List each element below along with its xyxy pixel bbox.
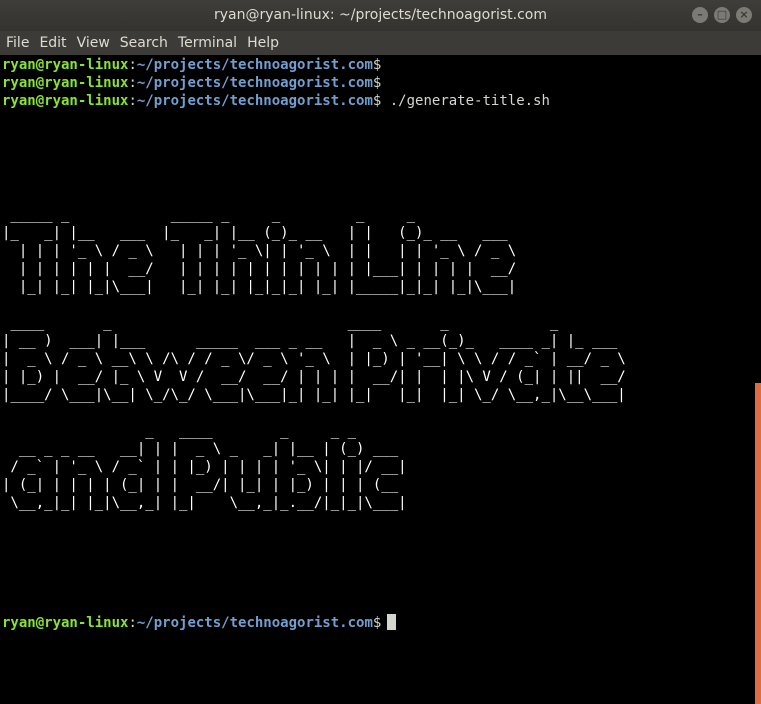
prompt-separator: :	[128, 57, 137, 73]
prompt-user: ryan@ryan-linux	[2, 57, 129, 73]
minimize-button[interactable]: –	[692, 7, 708, 23]
prompt-separator: :	[128, 75, 137, 91]
prompt-line: ryan@ryan-linux:~/projects/technoagorist…	[2, 56, 381, 74]
title-bar[interactable]: ryan@ryan-linux: ~/projects/technoagoris…	[0, 0, 761, 31]
ascii-art-line-3: _ ____ _ _ _ __ _ _ __ __| | | _ \ _ _| …	[2, 423, 407, 511]
command-text: ./generate-title.sh	[381, 93, 550, 109]
maximize-button[interactable]: □	[714, 7, 730, 23]
prompt-dollar: $	[372, 57, 382, 73]
prompt-path: ~/projects/technoagorist.com	[136, 615, 373, 631]
menu-file[interactable]: File	[2, 31, 33, 55]
prompt-dollar: $	[372, 615, 382, 631]
prompt-path: ~/projects/technoagorist.com	[136, 75, 373, 91]
prompt-user: ryan@ryan-linux	[2, 93, 129, 109]
terminal-window: ryan@ryan-linux: ~/projects/technoagoris…	[0, 0, 761, 704]
menu-help[interactable]: Help	[243, 31, 283, 55]
menu-search[interactable]: Search	[116, 31, 172, 55]
prompt-path: ~/projects/technoagorist.com	[136, 93, 373, 109]
prompt-dollar: $	[372, 75, 382, 91]
menu-terminal[interactable]: Terminal	[174, 31, 241, 55]
ascii-art-line-2: ____ _ ____ _ _ | __ ) ___| |___ _____ _…	[2, 315, 626, 403]
window-title: ryan@ryan-linux: ~/projects/technoagoris…	[214, 7, 547, 23]
scrollbar[interactable]	[755, 383, 761, 704]
ascii-art-line-1: _____ _ _____ _ _ _ _ |_ _| |__ ___ |_ _…	[2, 207, 517, 295]
menu-edit[interactable]: Edit	[35, 31, 70, 55]
menu-bar: File Edit View Search Terminal Help	[0, 31, 761, 55]
prompt-separator: :	[128, 93, 137, 109]
close-button[interactable]: ×	[736, 7, 752, 23]
text-cursor	[387, 614, 397, 630]
prompt-separator: :	[128, 615, 137, 631]
prompt-line: ryan@ryan-linux:~/projects/technoagorist…	[2, 74, 381, 92]
window-controls: – □ ×	[692, 7, 752, 23]
prompt-path: ~/projects/technoagorist.com	[136, 57, 373, 73]
prompt-line: ryan@ryan-linux:~/projects/technoagorist…	[2, 92, 550, 110]
prompt-user: ryan@ryan-linux	[2, 615, 129, 631]
prompt-user: ryan@ryan-linux	[2, 75, 129, 91]
menu-view[interactable]: View	[73, 31, 114, 55]
active-prompt-line: ryan@ryan-linux:~/projects/technoagorist…	[2, 614, 397, 632]
terminal-output[interactable]: ryan@ryan-linux:~/projects/technoagorist…	[0, 55, 755, 704]
